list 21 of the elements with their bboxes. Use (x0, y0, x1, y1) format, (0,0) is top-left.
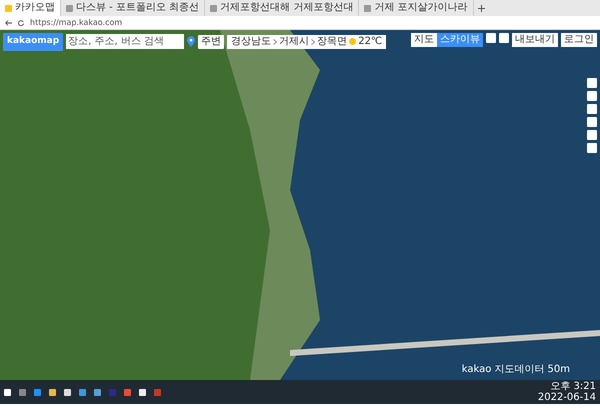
clock-time: 오후 3:21 (549, 381, 596, 392)
browser-tab[interactable]: 거제 포지살가이나라 (359, 0, 474, 16)
map-logo: kakaomap (3, 33, 64, 50)
search-field[interactable]: 장소, 주소, 버스 검색 (66, 34, 184, 50)
browser-tab[interactable]: 카카오맵 (0, 0, 61, 16)
breadcrumb-item[interactable]: 경상남도 (231, 36, 272, 48)
map-attribution: kakao 지도데이터 (462, 363, 545, 377)
export-button[interactable]: 내보내기 (512, 33, 558, 47)
breadcrumb-bar[interactable]: 경상남도 거제시 장목면 22℃ (227, 34, 386, 49)
breadcrumb-item[interactable]: 장목면 (317, 36, 348, 48)
login-button[interactable]: 로그인 (561, 33, 597, 47)
clock-date: 2022-06-14 (538, 392, 596, 403)
browser-tab[interactable]: 거제포항선대해 거제포항선대 (205, 0, 360, 16)
breadcrumb-item[interactable]: 거제시 (279, 36, 310, 48)
nearby-button[interactable]: 주변 (198, 34, 224, 49)
weather-temperature: 22℃ (358, 36, 382, 48)
browser-tab[interactable]: 다스뷰 - 포트폴리오 최종선 (61, 0, 206, 16)
map-scale: 50m (548, 363, 570, 377)
address-field[interactable]: https://map.kakao.com (30, 16, 122, 28)
map-type-tab[interactable]: 지도 (411, 33, 437, 47)
taskbar-clock[interactable]: 오후 3:21 2022-06-14 (538, 381, 596, 403)
